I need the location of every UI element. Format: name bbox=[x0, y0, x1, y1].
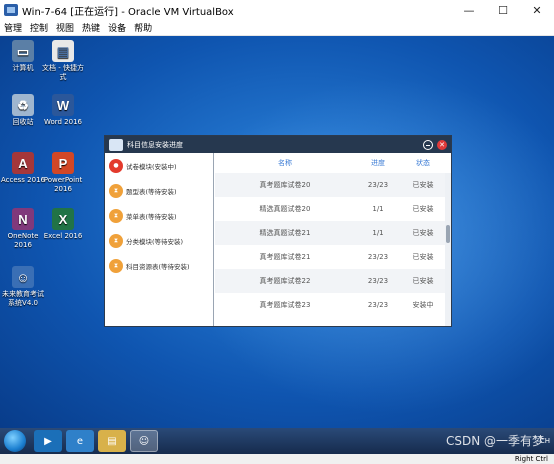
powerpoint-icon: P bbox=[52, 152, 74, 174]
internet-explorer-icon[interactable]: e bbox=[66, 430, 94, 452]
menu-view[interactable]: 视图 bbox=[52, 21, 78, 34]
host-key-label: Right Ctrl bbox=[514, 455, 548, 463]
module-label: 试卷模块(安装中) bbox=[126, 162, 177, 171]
table-body: 真考题库试卷20 23/23 已安装 精选真题试卷20 1/1 已安装 精选真题… bbox=[215, 173, 451, 317]
computer-icon: ▭ bbox=[12, 40, 34, 62]
table-row: 精选真题试卷20 1/1 已安装 bbox=[259, 205, 434, 213]
exam-system-taskbar-icon[interactable]: ☺ bbox=[130, 430, 158, 452]
progress-table: 名称 进度 状态 真考题库试卷20 23/23 已安装 精选真题试卷20 1/1… bbox=[215, 153, 451, 326]
module-item[interactable]: ⧗ 菜单表(等待安装) bbox=[105, 203, 213, 228]
app-title-bar: 科目信息安装进度 ✕ bbox=[105, 136, 451, 153]
virtualbox-icon bbox=[4, 4, 18, 16]
vm-status-bar: Right Ctrl bbox=[0, 454, 554, 464]
start-button[interactable] bbox=[4, 430, 26, 452]
app-minimize-icon[interactable] bbox=[423, 139, 433, 150]
virtualbox-window: Win-7-64 [正在运行] - Oracle VM VirtualBox —… bbox=[0, 0, 554, 464]
module-item[interactable]: ⧗ 题型表(等待安装) bbox=[105, 178, 213, 203]
installing-icon: ● bbox=[109, 158, 123, 173]
module-item[interactable]: ● 试卷模块(安装中) bbox=[105, 153, 213, 178]
column-progress: 进度 bbox=[371, 159, 385, 167]
desktop-icon-word[interactable]: W Word 2016 bbox=[40, 94, 86, 127]
desktop-icon-powerpoint[interactable]: P PowerPoint 2016 bbox=[40, 152, 86, 194]
module-item[interactable]: ⧗ 科目资源表(等待安装) bbox=[105, 253, 213, 278]
module-label: 科目资源表(等待安装) bbox=[126, 262, 190, 271]
desktop-icon-exam-system[interactable]: ☺ 未来教育考试系统V4.0 bbox=[0, 266, 46, 308]
table-row: 精选真题试卷21 1/1 已安装 bbox=[215, 221, 451, 245]
excel-icon: X bbox=[52, 208, 74, 230]
module-label: 菜单表(等待安装) bbox=[126, 212, 177, 221]
hourglass-icon: ⧗ bbox=[109, 208, 123, 223]
title-bar: Win-7-64 [正在运行] - Oracle VM VirtualBox —… bbox=[0, 0, 554, 20]
column-status: 状态 bbox=[416, 159, 430, 167]
module-item[interactable]: ⧗ 分类模块(等待安装) bbox=[105, 228, 213, 253]
table-row: 真考题库试卷23 23/23 安装中 bbox=[259, 301, 434, 309]
table-header: 名称 进度 状态 bbox=[215, 153, 451, 173]
menu-bar: 管理 控制 视图 热键 设备 帮助 bbox=[0, 20, 554, 36]
desktop-icon-documents[interactable]: ▤ 文档 - 快捷方式 bbox=[40, 40, 86, 82]
exam-system-icon: ☺ bbox=[12, 266, 34, 288]
menu-help[interactable]: 帮助 bbox=[130, 21, 156, 34]
hourglass-icon: ⧗ bbox=[109, 183, 123, 198]
app-title: 科目信息安装进度 bbox=[127, 140, 183, 149]
module-list: ● 试卷模块(安装中) ⧗ 题型表(等待安装) ⧗ 菜单表(等待安装) ⧗ 分类… bbox=[105, 153, 214, 326]
install-progress-window: 科目信息安装进度 ✕ ● 试卷模块(安装中) ⧗ 题型表(等待安装) ⧗ 菜单表… bbox=[104, 135, 452, 327]
menu-hotkey[interactable]: 热键 bbox=[78, 21, 104, 34]
access-icon: A bbox=[12, 152, 34, 174]
hourglass-icon: ⧗ bbox=[109, 233, 123, 248]
table-row: 真考题库试卷21 23/23 已安装 bbox=[259, 253, 434, 261]
menu-control[interactable]: 控制 bbox=[26, 21, 52, 34]
media-player-icon[interactable]: ▶ bbox=[34, 430, 62, 452]
table-row: 真考题库试卷20 23/23 已安装 bbox=[215, 173, 451, 197]
close-button[interactable]: ✕ bbox=[520, 0, 554, 20]
file-explorer-icon[interactable]: ▤ bbox=[98, 430, 126, 452]
desktop-icon-excel[interactable]: X Excel 2016 bbox=[40, 208, 86, 241]
word-icon: W bbox=[52, 94, 74, 116]
module-label: 题型表(等待安装) bbox=[126, 187, 177, 196]
document-shortcut-icon: ▤ bbox=[52, 40, 74, 62]
table-scrollbar[interactable] bbox=[445, 173, 451, 326]
scrollbar-thumb[interactable] bbox=[446, 225, 450, 243]
app-close-icon[interactable]: ✕ bbox=[437, 139, 447, 150]
module-label: 分类模块(等待安装) bbox=[126, 237, 184, 246]
recycle-bin-icon: ♻ bbox=[12, 94, 34, 116]
menu-devices[interactable]: 设备 bbox=[104, 21, 130, 34]
onenote-icon: N bbox=[12, 208, 34, 230]
hourglass-icon: ⧗ bbox=[109, 258, 123, 273]
maximize-button[interactable]: ☐ bbox=[486, 0, 520, 20]
menu-manage[interactable]: 管理 bbox=[0, 21, 26, 34]
column-name: 名称 bbox=[278, 159, 292, 167]
window-title: Win-7-64 [正在运行] - Oracle VM VirtualBox bbox=[22, 6, 234, 18]
guest-desktop: ▭ 计算机 ▤ 文档 - 快捷方式 ♻ 回收站 W Word 2016 A Ac… bbox=[0, 36, 554, 428]
table-row: 真考题库试卷22 23/23 已安装 bbox=[215, 269, 451, 293]
app-logo-icon bbox=[109, 138, 123, 151]
minimize-button[interactable]: — bbox=[452, 0, 486, 20]
watermark: CSDN @一季有梦 bbox=[445, 434, 544, 448]
